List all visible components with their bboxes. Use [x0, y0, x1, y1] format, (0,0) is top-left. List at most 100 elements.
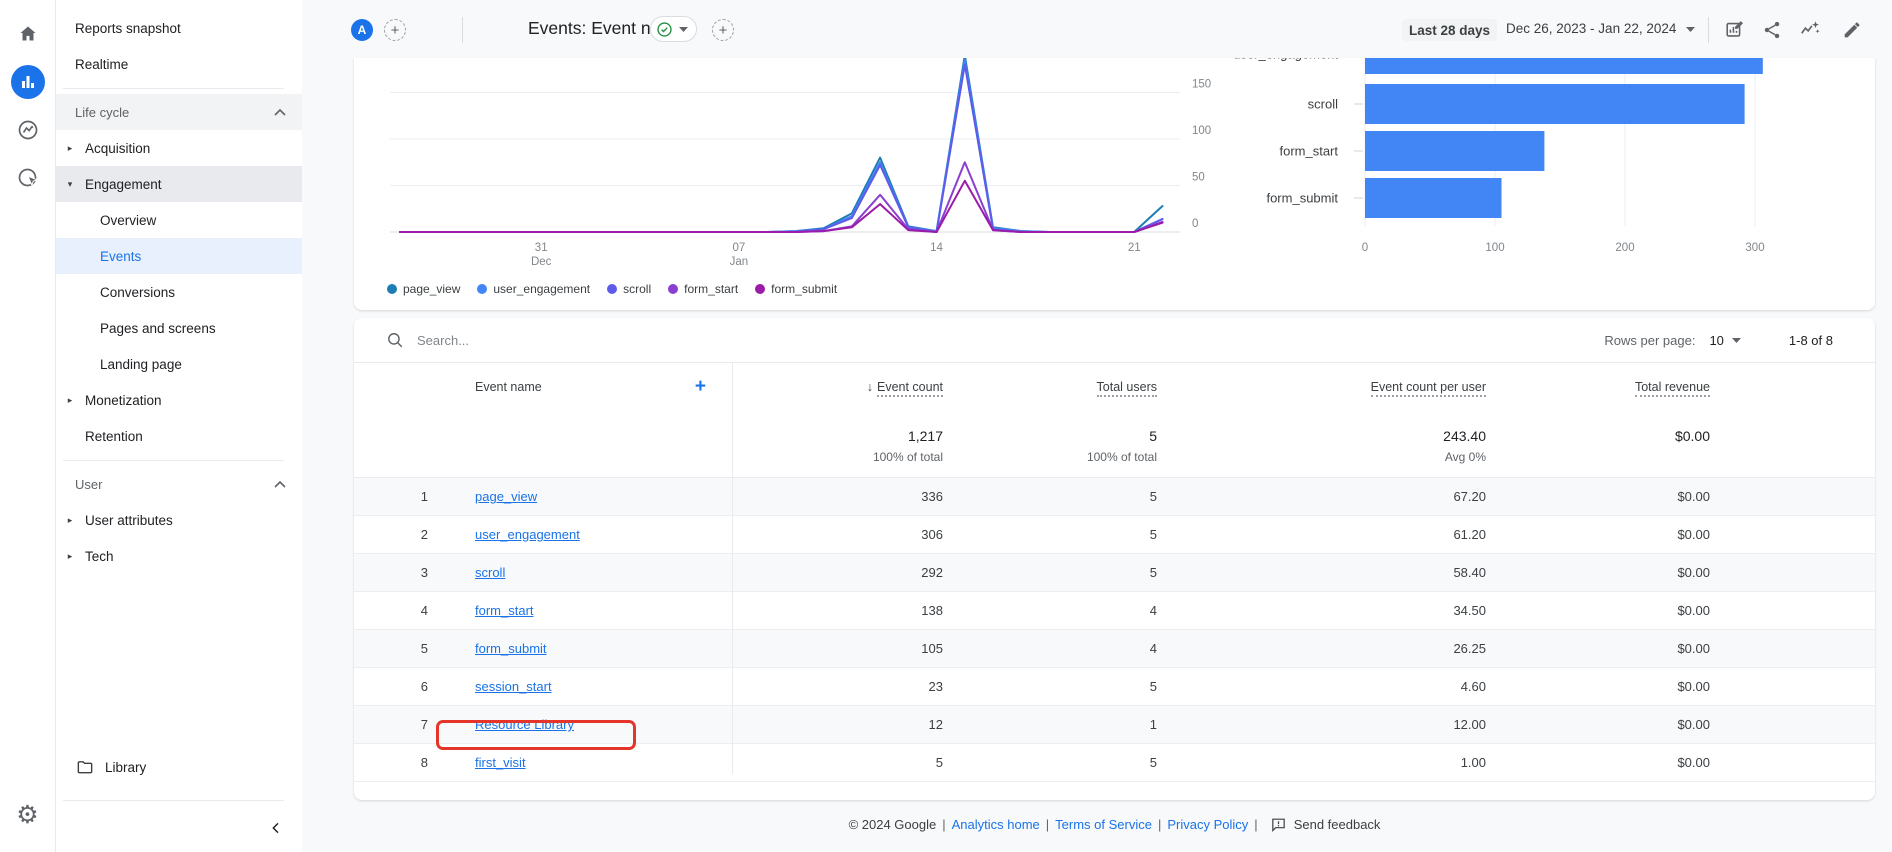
sidebar-item-monetization[interactable]: Monetization — [55, 382, 302, 418]
column-header-total-users[interactable]: Total users — [1096, 379, 1157, 397]
column-header-event-name[interactable]: Event name — [475, 380, 542, 394]
plus-icon: + — [390, 21, 400, 39]
rows-per-page-select[interactable]: 10 — [1709, 333, 1741, 348]
column-header-event-count[interactable]: Event count — [876, 379, 943, 397]
column-header-total-revenue[interactable]: Total revenue — [1634, 379, 1710, 397]
pagination-range: 1-8 of 8 — [1788, 332, 1833, 348]
sidebar-item-realtime[interactable]: Realtime — [55, 46, 302, 82]
sidebar-item-landing-page[interactable]: Landing page — [55, 346, 302, 382]
svg-text:50: 50 — [1192, 172, 1205, 184]
row-index: 4 — [420, 603, 428, 618]
sidebar-item-label: Reports snapshot — [75, 20, 181, 36]
sidebar-item-overview[interactable]: Overview — [55, 202, 302, 238]
collapse-sidebar-chevron-icon[interactable] — [262, 814, 290, 842]
date-range-selector[interactable]: Dec 26, 2023 - Jan 22, 2024 — [1506, 21, 1676, 36]
svg-text:form_submit: form_submit — [1266, 191, 1338, 206]
total-revenue-value: $0.00 — [1677, 679, 1710, 694]
sidebar-item-engagement[interactable]: Engagement — [55, 166, 302, 202]
total-users: 5 — [1149, 428, 1157, 444]
customize-report-icon[interactable] — [1723, 18, 1747, 42]
legend-dot-icon — [607, 284, 618, 294]
event-name-link[interactable]: first_visit — [475, 755, 526, 770]
page-footer: © 2024 Google | Analytics home | Terms o… — [354, 816, 1875, 833]
legend-dot-icon — [755, 284, 766, 294]
event-name-link[interactable]: user_engagement — [475, 527, 580, 542]
legend-item[interactable]: user_engagement — [477, 282, 590, 296]
sidebar-item-label: Events — [100, 248, 142, 264]
settings-gear-icon[interactable]: ⚙ — [11, 798, 45, 832]
footer-link-privacy[interactable]: Privacy Policy — [1167, 817, 1248, 832]
date-preset-chip[interactable]: Last 28 days — [1402, 19, 1498, 41]
table-row[interactable]: 5 form_submit 105 4 26.25 $0.00 — [354, 630, 1875, 668]
footer-link-terms[interactable]: Terms of Service — [1055, 817, 1152, 832]
event-name-link[interactable]: scroll — [475, 565, 505, 580]
total-users-value: 5 — [1149, 527, 1157, 542]
sidebar-item-tech[interactable]: Tech — [55, 538, 302, 574]
sidebar-item-label: Tech — [85, 548, 114, 564]
plus-icon: + — [718, 21, 728, 39]
event-count-value: 138 — [921, 603, 943, 618]
event-name-link[interactable]: session_start — [475, 679, 552, 694]
event-count-per-user-value: 1.00 — [1460, 755, 1486, 770]
caret-down-icon — [679, 26, 688, 32]
total-event-count: 1,217 — [907, 428, 943, 444]
total-users-value: 4 — [1149, 603, 1157, 618]
comparison-avatar[interactable]: A — [351, 19, 373, 41]
total-users-value: 1 — [1149, 717, 1157, 732]
send-feedback-button[interactable]: Send feedback — [1270, 816, 1381, 833]
footer-separator: | — [942, 817, 946, 832]
table-row[interactable]: 6 session_start 23 5 4.60 $0.00 — [354, 668, 1875, 706]
section-label: Life cycle — [75, 104, 130, 120]
footer-link-analytics-home[interactable]: Analytics home — [952, 817, 1040, 832]
sidebar-item-conversions[interactable]: Conversions — [55, 274, 302, 310]
sidebar-item-user-attributes[interactable]: User attributes — [55, 502, 302, 538]
home-icon[interactable] — [11, 17, 45, 51]
event-name-link[interactable]: page_view — [475, 489, 537, 504]
svg-text:100: 100 — [1485, 242, 1504, 254]
footer-separator: | — [1045, 817, 1050, 832]
reports-icon[interactable] — [10, 65, 45, 99]
advertising-icon[interactable] — [11, 161, 45, 195]
add-dimension-plus-icon[interactable]: + — [695, 377, 706, 396]
total-revenue: $0.00 — [1674, 428, 1710, 444]
legend-item[interactable]: form_start — [668, 282, 738, 296]
sidebar-item-label: Library — [105, 759, 147, 775]
send-feedback-label: Send feedback — [1293, 817, 1381, 832]
explore-icon[interactable] — [11, 113, 45, 147]
sidebar-item-events[interactable]: Events — [55, 238, 302, 274]
sidebar-item-pages-and-screens[interactable]: Pages and screens — [55, 310, 302, 346]
section-label: User — [75, 476, 103, 492]
edit-pencil-icon[interactable] — [1840, 18, 1864, 42]
sidebar-item-retention[interactable]: Retention — [55, 418, 302, 454]
data-quality-badge[interactable] — [650, 16, 697, 42]
insights-icon[interactable] — [1798, 18, 1822, 42]
legend-item[interactable]: scroll — [607, 282, 651, 296]
share-icon[interactable] — [1760, 18, 1784, 42]
svg-text:user_engagement: user_engagement — [1233, 58, 1338, 62]
table-row[interactable]: 8 first_visit 5 5 1.00 $0.00 — [354, 744, 1875, 782]
sidebar-section-user[interactable]: User — [55, 466, 302, 502]
sidebar-item-label: Acquisition — [85, 140, 151, 156]
sidebar-item-library[interactable]: Library — [55, 749, 302, 785]
table-row[interactable]: 1 page_view 336 5 67.20 $0.00 — [354, 478, 1875, 516]
table-row[interactable]: 7 Resource Library 12 1 12.00 $0.00 — [354, 706, 1875, 750]
column-header-event-count-per-user[interactable]: Event count per user — [1370, 379, 1486, 397]
legend-item[interactable]: page_view — [387, 282, 460, 296]
search-input[interactable] — [415, 331, 839, 349]
event-name-link[interactable]: Resource Library — [475, 717, 574, 732]
sidebar-section-life-cycle[interactable]: Life cycle — [55, 94, 302, 130]
chart-legend: page_view user_engagement scroll form_start… — [387, 282, 837, 296]
event-name-link[interactable]: form_start — [475, 603, 534, 618]
sidebar-item-reports-snapshot[interactable]: Reports snapshot — [55, 10, 302, 46]
event-name-link[interactable]: form_submit — [475, 641, 547, 656]
sidebar-item-label: User attributes — [85, 512, 173, 528]
table-row[interactable]: 2 user_engagement 306 5 61.20 $0.00 — [354, 516, 1875, 554]
avatar-letter: A — [357, 23, 367, 37]
legend-item[interactable]: form_submit — [755, 282, 837, 296]
sidebar-item-acquisition[interactable]: Acquisition — [55, 130, 302, 166]
add-comparison-button[interactable]: + — [384, 19, 406, 41]
caret-down-icon[interactable] — [1686, 27, 1695, 32]
table-row[interactable]: 4 form_start 138 4 34.50 $0.00 — [354, 592, 1875, 630]
add-metric-button[interactable]: + — [712, 19, 734, 41]
table-row[interactable]: 3 scroll 292 5 58.40 $0.00 — [354, 554, 1875, 592]
